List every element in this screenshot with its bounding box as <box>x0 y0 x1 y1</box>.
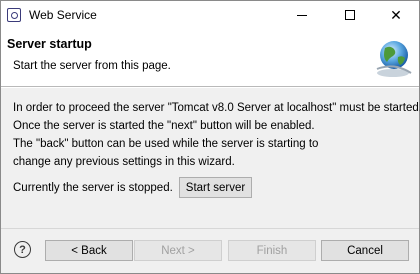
close-button[interactable]: ✕ <box>373 1 419 29</box>
server-status-row: Currently the server is stopped. Start s… <box>13 177 253 198</box>
globe-icon <box>376 41 412 77</box>
finish-button[interactable]: Finish <box>228 240 316 261</box>
wizard-window: Web Service ✕ Server startup Start the s… <box>0 0 420 274</box>
info-line: change any previous settings in this wiz… <box>13 156 235 168</box>
next-button[interactable]: Next > <box>134 240 222 261</box>
info-message: In order to proceed the server "Tomcat v… <box>13 99 420 171</box>
wizard-content: In order to proceed the server "Tomcat v… <box>1 88 420 228</box>
info-line: The "back" button can be used while the … <box>13 138 319 150</box>
eclipse-app-icon <box>7 8 21 22</box>
start-server-button[interactable]: Start server <box>178 177 253 198</box>
window-title: Web Service <box>29 8 97 22</box>
info-line: In order to proceed the server "Tomcat v… <box>13 102 420 114</box>
help-icon[interactable]: ? <box>14 241 31 258</box>
maximize-icon <box>345 10 355 20</box>
minimize-button[interactable] <box>279 1 325 29</box>
page-description: Start the server from this page. <box>13 60 171 72</box>
maximize-button[interactable] <box>327 1 373 29</box>
wizard-header: Server startup Start the server from thi… <box>1 29 419 87</box>
close-icon: ✕ <box>390 6 402 23</box>
wizard-footer: ? < Back Next > Finish Cancel <box>1 229 419 273</box>
info-line: Once the server is started the "next" bu… <box>13 120 315 132</box>
page-title: Server startup <box>7 37 92 51</box>
back-button[interactable]: < Back <box>45 240 133 261</box>
cancel-button[interactable]: Cancel <box>321 240 409 261</box>
title-bar: Web Service ✕ <box>1 1 419 29</box>
server-status-text: Currently the server is stopped. <box>13 181 173 194</box>
minimize-icon <box>297 14 307 16</box>
